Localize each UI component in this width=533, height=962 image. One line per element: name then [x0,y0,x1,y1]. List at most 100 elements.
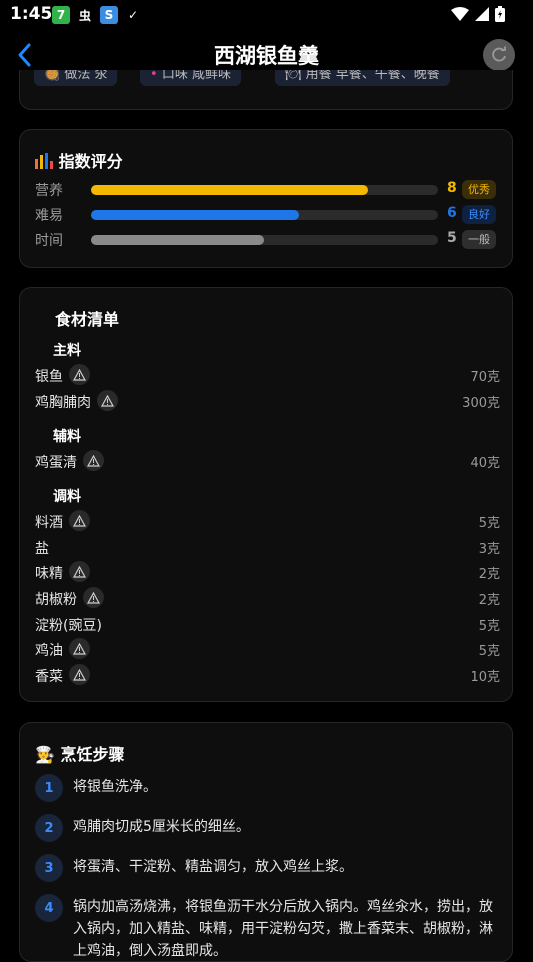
ingredients-title: 食材清单 [55,310,120,329]
ingredient-row: 盐 3克 [35,536,500,558]
ingredient-amount: 40克 [470,456,500,471]
ingredient-row: 料酒 5克 [35,510,500,532]
page-title: 西湖银鱼羹 [214,44,319,68]
score-value: 8 [447,180,457,196]
ingredient-row: 味精 2克 [35,561,500,583]
signal-icon [475,7,489,21]
score-card: 指数评分 营养 8 优秀 难易 6 良好 时间 5 一般 [19,129,513,268]
ingredient-amount: 300克 [462,396,500,411]
wifi-icon [451,7,469,21]
score-label: 时间 [35,233,63,249]
status-time: 1:45 [10,4,53,24]
ingredients-card: 食材清单 主料 银鱼 70克 鸡胸脯肉 300克 辅料 鸡蛋清 40克 调料 料… [19,287,513,702]
step-text: 锅内加高汤烧沸，将银鱼沥干水分后放入锅内。鸡丝汆水，捞出，放入锅内，加入精盐、味… [73,899,493,959]
warning-icon[interactable] [69,364,90,385]
ingredient-row: 鸡油 5克 [35,638,500,660]
ingredient-row: 鸡胸脯肉 300克 [35,390,500,412]
ingredient-name: 胡椒粉 [35,592,77,608]
tag-chip: 🥘 做法 汆 [34,70,118,86]
ingredient-row: 胡椒粉 2克 [35,587,500,609]
ingredient-name: 香菜 [35,669,63,685]
status-app-icons: 7 虫 S ✓ [52,6,142,24]
score-track [91,235,438,245]
step-number: 2 [35,814,63,842]
ingredient-name: 鸡油 [35,643,63,659]
score-row-nutrition: 营养 8 优秀 [35,180,500,200]
ingredient-row: 淀粉(豌豆) 5克 [35,613,500,635]
ingredient-amount: 3克 [478,542,500,557]
tag-icon: 🍽 [285,70,302,82]
score-badge: 一般 [462,230,496,249]
score-section-title: 指数评分 [35,148,123,172]
warning-icon[interactable] [69,638,90,659]
warning-icon[interactable] [69,664,90,685]
warning-icon[interactable] [97,390,118,411]
step-number: 4 [35,894,63,922]
ingredient-row: 银鱼 70克 [35,364,500,386]
score-title: 指数评分 [58,152,123,171]
score-row-time: 时间 5 一般 [35,230,500,250]
tag-label: 口味 咸鲜味 [161,70,231,82]
notification-app-icon: 虫 [78,8,91,23]
tag-chip: • 口味 咸鲜味 [140,70,241,86]
score-value: 6 [447,205,457,221]
warning-icon[interactable] [83,450,104,471]
ingredient-row: 鸡蛋清 40克 [35,450,500,472]
ingredient-amount: 5克 [478,619,500,634]
ingredient-row: 香菜 10克 [35,664,500,686]
tag-icon: 🥘 [44,70,61,82]
ingredient-amount: 70克 [470,370,500,385]
score-track [91,210,438,220]
tag-chip: 🍽 用餐 早餐、午餐、晚餐 [275,70,450,86]
cooking-steps-card: 🧑‍🍳 烹饪步骤 1 将银鱼洗净。 2 鸡脯肉切成5厘米长的细丝。 3 将蛋清、… [19,722,513,962]
notification-app-icon: ✓ [127,8,139,22]
step-text: 鸡脯肉切成5厘米长的细丝。 [73,819,250,835]
warning-icon[interactable] [69,510,90,531]
battery-icon [495,6,505,22]
steps-title: 烹饪步骤 [60,745,125,764]
score-fill [91,210,299,220]
refresh-button[interactable] [483,39,515,71]
notification-app-icon: 7 [52,6,70,24]
ingredient-name: 淀粉(豌豆) [35,618,102,634]
ingredient-amount: 2克 [478,593,500,608]
score-badge: 优秀 [462,180,496,199]
score-fill [91,185,368,195]
ingredient-name: 味精 [35,566,63,582]
ingredient-amount: 2克 [478,567,500,582]
chef-cooking-icon: 🧑‍🍳 [35,745,55,764]
step-text: 将银鱼洗净。 [73,779,157,795]
ingredient-name: 盐 [35,541,49,557]
ingredient-name: 鸡胸脯肉 [35,395,91,411]
ingredient-amount: 5克 [478,644,500,659]
ingredient-amount: 10克 [470,670,500,685]
tag-dot-icon: • [150,70,158,82]
warning-icon[interactable] [83,587,104,608]
warning-icon[interactable] [69,561,90,582]
ingredient-group-title: 调料 [53,489,81,505]
tag-label: 做法 汆 [64,70,108,82]
bar-chart-icon [35,153,53,169]
steps-section-title: 🧑‍🍳 烹饪步骤 [35,741,125,765]
refresh-icon [492,46,506,62]
ingredient-amount: 5克 [478,516,500,531]
score-label: 营养 [35,183,63,199]
step-number: 3 [35,854,63,882]
ingredient-name: 鸡蛋清 [35,455,77,471]
notification-app-icon: S [100,6,118,24]
score-fill [91,235,264,245]
score-badge: 良好 [462,205,496,224]
step-text: 将蛋清、干淀粉、精盐调匀，放入鸡丝上浆。 [73,859,353,875]
score-value: 5 [447,230,457,246]
ingredient-name: 银鱼 [35,369,63,385]
score-label: 难易 [35,208,63,224]
ingredient-group-title: 辅料 [53,429,81,445]
ingredient-name: 料酒 [35,515,63,531]
ingredient-group-title: 主料 [53,343,81,359]
step-number: 1 [35,774,63,802]
score-row-difficulty: 难易 6 良好 [35,205,500,225]
status-bar: 1:45 7 虫 S ✓ [0,0,533,30]
score-track [91,185,438,195]
recipe-tags-card: 🥘 做法 汆 • 口味 咸鲜味 🍽 用餐 早餐、午餐、晚餐 [19,70,513,110]
tag-label: 用餐 早餐、午餐、晚餐 [305,70,440,82]
